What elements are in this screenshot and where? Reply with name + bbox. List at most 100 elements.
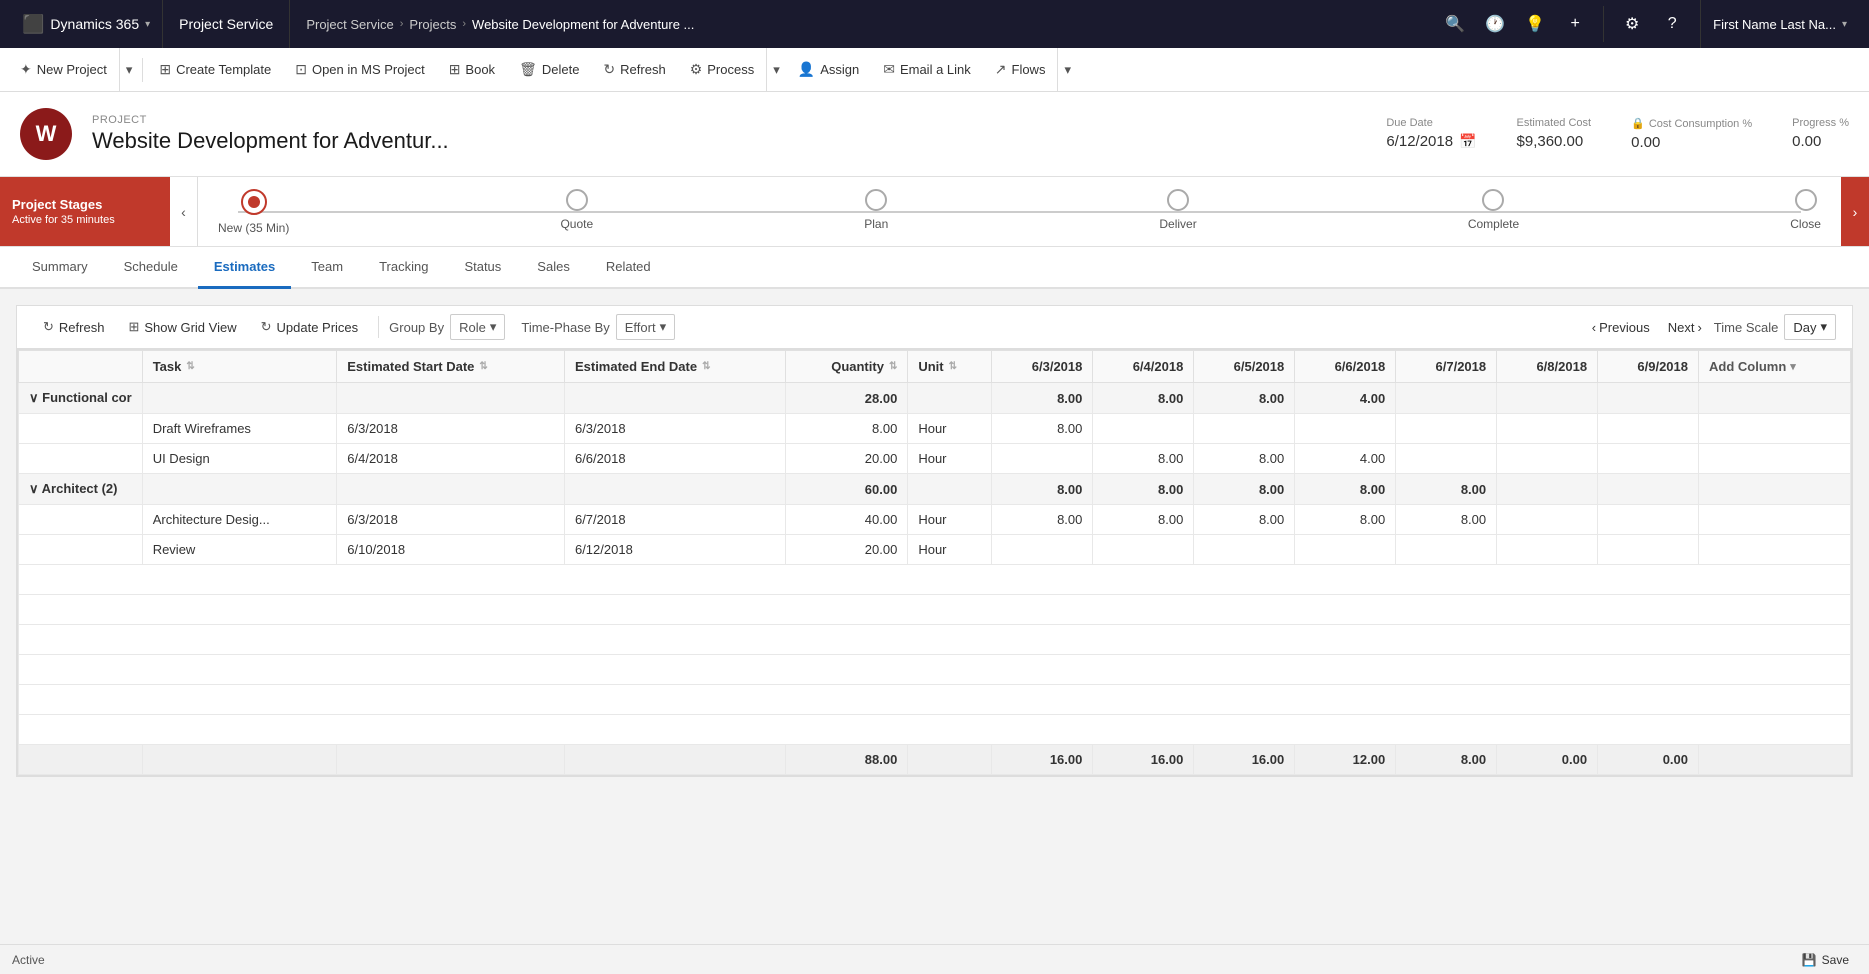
group-qty-functional: 28.00: [785, 383, 908, 414]
col-quantity[interactable]: Quantity ⇅: [785, 351, 908, 383]
footer-col-1: [19, 745, 143, 775]
tab-schedule[interactable]: Schedule: [108, 247, 194, 289]
breadcrumb-sep-2: ›: [462, 18, 466, 30]
previous-button[interactable]: ‹ Previous: [1586, 316, 1656, 339]
show-grid-button[interactable]: ⊞ Show Grid View: [118, 314, 246, 340]
group-addcol-functional: [1699, 383, 1851, 414]
new-project-dropdown[interactable]: ▾: [119, 48, 139, 92]
update-prices-button[interactable]: ↻ Update Prices: [251, 314, 369, 340]
flows-dropdown[interactable]: ▾: [1057, 48, 1077, 92]
col-unit[interactable]: Unit ⇅: [908, 351, 992, 383]
col-task[interactable]: Task ⇅: [142, 351, 337, 383]
estimated-cost-value: $9,360.00: [1517, 133, 1592, 150]
timescale-dropdown[interactable]: Day ▾: [1784, 314, 1836, 340]
empty-row-4: [19, 655, 1851, 685]
lightbulb-icon[interactable]: 💡: [1517, 6, 1553, 42]
row-qty-review: 20.00: [785, 535, 908, 565]
group-by-dropdown[interactable]: Role ▾: [450, 314, 505, 340]
row-indent-uidesign: [19, 444, 143, 474]
group-d7-architect: [1598, 474, 1699, 505]
empty-row-3: [19, 625, 1851, 655]
table-row: Architecture Desig... 6/3/2018 6/7/2018 …: [19, 505, 1851, 535]
help-icon[interactable]: ?: [1654, 6, 1690, 42]
book-icon: ⊞: [449, 61, 461, 78]
col-end-date[interactable]: Estimated End Date ⇅: [564, 351, 785, 383]
delete-icon: 🗑: [519, 61, 537, 78]
stage-circle-new: [241, 189, 267, 215]
refresh-button[interactable]: ↻ Refresh: [591, 48, 677, 91]
group-expand-architect[interactable]: ∨ Architect (2): [19, 474, 143, 505]
stage-name-plan: Plan: [864, 217, 888, 231]
row-start-archdesign: 6/3/2018: [337, 505, 565, 535]
open-ms-project-button[interactable]: ⊡ Open in MS Project: [283, 48, 436, 91]
process-dropdown[interactable]: ▾: [766, 48, 786, 92]
stages-track: New (35 Min) Quote Plan Deliver Complete…: [198, 177, 1841, 246]
delete-button[interactable]: 🗑 Delete: [507, 48, 591, 91]
row-d4-review: [1295, 535, 1396, 565]
flows-button[interactable]: ↗ Flows: [983, 61, 1058, 78]
plus-icon[interactable]: +: [1557, 6, 1593, 42]
row-task-uidesign[interactable]: UI Design: [142, 444, 337, 474]
tab-sales[interactable]: Sales: [521, 247, 586, 289]
tab-summary[interactable]: Summary: [16, 247, 104, 289]
empty-row-1: [19, 565, 1851, 595]
estimates-grid-container: Task ⇅ Estimated Start Date ⇅ Estimated …: [17, 349, 1852, 776]
row-d1-draftwire: 8.00: [992, 414, 1093, 444]
stages-back-button[interactable]: ‹: [170, 177, 198, 246]
tab-team[interactable]: Team: [295, 247, 359, 289]
group-end-architect: [564, 474, 785, 505]
stage-item-close[interactable]: Close: [1790, 189, 1821, 235]
empty-row-6: [19, 715, 1851, 745]
row-indent-review: [19, 535, 143, 565]
book-button[interactable]: ⊞ Book: [437, 48, 507, 91]
stage-item-complete[interactable]: Complete: [1468, 189, 1519, 235]
estimates-refresh-button[interactable]: ↻ Refresh: [33, 314, 114, 340]
group-expand-functional[interactable]: ∨ Functional cor: [19, 383, 143, 414]
tab-related[interactable]: Related: [590, 247, 667, 289]
tab-estimates[interactable]: Estimates: [198, 247, 291, 289]
estimates-toolbar: ↻ Refresh ⊞ Show Grid View ↻ Update Pric…: [17, 306, 1852, 349]
timescale-chevron: ▾: [1820, 319, 1827, 335]
breadcrumb-ps[interactable]: Project Service: [306, 17, 393, 32]
tab-status[interactable]: Status: [448, 247, 517, 289]
dynamics-365-nav[interactable]: ⬛ Dynamics 365 ▾: [10, 0, 163, 48]
group-d5-architect: 8.00: [1396, 474, 1497, 505]
due-date-field: Due Date 6/12/2018 📅: [1386, 117, 1476, 151]
process-button[interactable]: ⚙ Process: [678, 61, 767, 78]
group-start-architect: [337, 474, 565, 505]
assign-button[interactable]: 👤 Assign: [786, 48, 871, 91]
stage-item-new[interactable]: New (35 Min): [218, 189, 289, 235]
next-button[interactable]: Next ›: [1662, 316, 1708, 339]
row-d1-uidesign: [992, 444, 1093, 474]
email-link-button[interactable]: ✉ Email a Link: [871, 48, 983, 91]
breadcrumb-projects[interactable]: Projects: [409, 17, 456, 32]
create-template-button[interactable]: ⊞ Create Template: [147, 48, 283, 91]
calendar-icon[interactable]: 📅: [1459, 133, 1476, 150]
recent-icon[interactable]: 🕐: [1477, 6, 1513, 42]
col-add[interactable]: Add Column ▾: [1699, 351, 1851, 383]
footer-d6: 0.00: [1497, 745, 1598, 775]
estimated-cost-field: Estimated Cost $9,360.00: [1517, 117, 1592, 151]
time-phase-dropdown[interactable]: Effort ▾: [616, 314, 675, 340]
col-start-date[interactable]: Estimated Start Date ⇅: [337, 351, 565, 383]
divider-1: [142, 58, 143, 82]
stage-name-quote: Quote: [560, 217, 593, 231]
row-task-archdesign[interactable]: Architecture Desig...: [142, 505, 337, 535]
stage-item-plan[interactable]: Plan: [864, 189, 888, 235]
row-task-draftwire[interactable]: Draft Wireframes: [142, 414, 337, 444]
top-nav-bar: ⬛ Dynamics 365 ▾ Project Service Project…: [0, 0, 1869, 48]
search-icon[interactable]: 🔍: [1437, 6, 1473, 42]
new-project-button[interactable]: ✦ New Project: [8, 61, 119, 78]
project-header: W PROJECT Website Development for Advent…: [0, 92, 1869, 177]
save-button[interactable]: 💾 Save: [1794, 953, 1857, 967]
tab-tracking[interactable]: Tracking: [363, 247, 444, 289]
stage-item-deliver[interactable]: Deliver: [1159, 189, 1196, 235]
row-task-review[interactable]: Review: [142, 535, 337, 565]
user-name: First Name Last Na...: [1713, 17, 1836, 32]
stages-forward-button[interactable]: ›: [1841, 177, 1869, 246]
settings-icon[interactable]: ⚙: [1614, 6, 1650, 42]
add-col-label: Add Column: [1709, 359, 1786, 374]
stage-item-quote[interactable]: Quote: [560, 189, 593, 235]
row-d4-uidesign: 4.00: [1295, 444, 1396, 474]
user-profile[interactable]: First Name Last Na... ▾: [1700, 0, 1859, 48]
